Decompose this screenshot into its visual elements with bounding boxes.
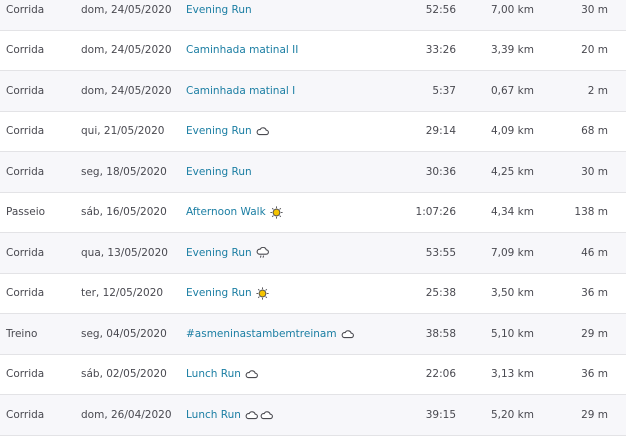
activity-title-cell: Caminhada matinal II: [186, 31, 298, 71]
table-row: Corrida ter, 12/05/2020 Evening Run 25:3…: [0, 273, 626, 314]
activity-elevation: 46 m: [581, 246, 608, 259]
activity-title-cell: Evening Run: [186, 152, 252, 192]
sport-type: Corrida: [6, 44, 45, 57]
activity-time: 29:14: [425, 125, 456, 138]
cloud-icon: [245, 369, 258, 379]
activity-title-cell: Evening Run: [186, 233, 269, 273]
activity-title-link[interactable]: Caminhada matinal II: [186, 44, 298, 56]
activity-time: 38:58: [425, 327, 456, 340]
activity-distance: 7,09 km: [490, 246, 534, 259]
sun-icon: [270, 206, 283, 219]
activity-time: 39:15: [425, 408, 456, 421]
rain-cloud-icon: [256, 246, 269, 259]
activity-elevation: 36 m: [581, 287, 608, 300]
activity-title-link[interactable]: Afternoon Walk: [186, 206, 266, 218]
activity-date: qua, 13/05/2020: [81, 246, 168, 259]
activity-title-link[interactable]: Evening Run: [186, 125, 252, 137]
sport-type: Corrida: [6, 408, 45, 421]
sport-type: Passeio: [6, 206, 46, 219]
table-row: Corrida sáb, 02/05/2020 Lunch Run 22:06 …: [0, 354, 626, 395]
activity-distance: 3,50 km: [490, 287, 534, 300]
activity-elevation: 30 m: [581, 165, 608, 178]
sport-type: Corrida: [6, 246, 45, 259]
table-row: Corrida seg, 18/05/2020 Evening Run 30:3…: [0, 152, 626, 193]
activity-distance: 5,20 km: [490, 408, 534, 421]
activity-title-cell: Evening Run: [186, 0, 252, 30]
table-row: Corrida qui, 21/05/2020 Evening Run 29:1…: [0, 111, 626, 152]
sport-type: Corrida: [6, 287, 45, 300]
activity-title-cell: Afternoon Walk: [186, 193, 283, 233]
table-row: Passeio sáb, 16/05/2020 Afternoon Walk 1…: [0, 192, 626, 233]
cloud-icon: [260, 410, 273, 420]
activity-title-cell: Caminhada matinal I: [186, 71, 295, 111]
activity-distance: 7,00 km: [490, 3, 534, 16]
sport-type: Treino: [6, 327, 38, 340]
activity-title-link[interactable]: #asmeninastambemtreinam: [186, 328, 337, 340]
table-row: Treino seg, 04/05/2020 #asmeninastambemt…: [0, 314, 626, 355]
activity-title-cell: Evening Run: [186, 274, 269, 314]
activity-date: dom, 24/05/2020: [81, 44, 172, 57]
activity-date: sáb, 16/05/2020: [81, 206, 167, 219]
activity-title-link[interactable]: Evening Run: [186, 287, 252, 299]
activity-elevation: 68 m: [581, 125, 608, 138]
activity-date: dom, 26/04/2020: [81, 408, 172, 421]
activity-time: 53:55: [425, 246, 456, 259]
activity-date: dom, 24/05/2020: [81, 84, 172, 97]
cloud-icon: [256, 126, 269, 136]
activity-date: seg, 18/05/2020: [81, 165, 167, 178]
activity-distance: 4,09 km: [490, 125, 534, 138]
table-row: Corrida dom, 24/05/2020 Caminhada matina…: [0, 30, 626, 71]
activity-distance: 5,10 km: [490, 327, 534, 340]
activity-time: 1:07:26: [415, 206, 456, 219]
activity-elevation: 138 m: [574, 206, 608, 219]
activity-title-cell: Lunch Run: [186, 395, 273, 435]
activity-date: dom, 24/05/2020: [81, 3, 172, 16]
activity-title-cell: Evening Run: [186, 112, 269, 152]
activity-distance: 4,34 km: [490, 206, 534, 219]
activity-time: 22:06: [425, 368, 456, 381]
table-row: Corrida qua, 13/05/2020 Evening Run 53:5…: [0, 233, 626, 274]
activity-title-link[interactable]: Evening Run: [186, 4, 252, 16]
activity-time: 33:26: [425, 44, 456, 57]
activity-elevation: 29 m: [581, 327, 608, 340]
cloud-icon: [245, 410, 258, 420]
sport-type: Corrida: [6, 368, 45, 381]
activity-elevation: 2 m: [587, 84, 608, 97]
activity-title-link[interactable]: Caminhada matinal I: [186, 85, 295, 97]
activity-title-link[interactable]: Lunch Run: [186, 368, 241, 380]
activity-distance: 0,67 km: [490, 84, 534, 97]
sun-icon: [256, 287, 269, 300]
activity-date: seg, 04/05/2020: [81, 327, 167, 340]
activity-table: Corrida dom, 24/05/2020 Evening Run 52:5…: [0, 0, 626, 436]
activity-distance: 3,39 km: [490, 44, 534, 57]
activity-time: 5:37: [432, 84, 456, 97]
table-row: Corrida dom, 26/04/2020 Lunch Run 39:15 …: [0, 395, 626, 436]
activity-date: qui, 21/05/2020: [81, 125, 165, 138]
activity-title-cell: #asmeninastambemtreinam: [186, 314, 354, 354]
activity-time: 30:36: [425, 165, 456, 178]
sport-type: Corrida: [6, 125, 45, 138]
activity-time: 25:38: [425, 287, 456, 300]
activity-date: ter, 12/05/2020: [81, 287, 164, 300]
table-row: Corrida dom, 24/05/2020 Caminhada matina…: [0, 71, 626, 112]
activity-title-link[interactable]: Evening Run: [186, 247, 252, 259]
activity-elevation: 36 m: [581, 368, 608, 381]
activity-title-cell: Lunch Run: [186, 355, 258, 395]
cloud-icon: [341, 329, 354, 339]
sport-type: Corrida: [6, 3, 45, 16]
activity-elevation: 29 m: [581, 408, 608, 421]
table-row: Corrida dom, 24/05/2020 Evening Run 52:5…: [0, 0, 626, 31]
activity-elevation: 20 m: [581, 44, 608, 57]
activity-elevation: 30 m: [581, 3, 608, 16]
activity-title-link[interactable]: Lunch Run: [186, 409, 241, 421]
activity-distance: 4,25 km: [490, 165, 534, 178]
activity-time: 52:56: [425, 3, 456, 16]
sport-type: Corrida: [6, 165, 45, 178]
activity-title-link[interactable]: Evening Run: [186, 166, 252, 178]
sport-type: Corrida: [6, 84, 45, 97]
activity-distance: 3,13 km: [490, 368, 534, 381]
activity-date: sáb, 02/05/2020: [81, 368, 167, 381]
